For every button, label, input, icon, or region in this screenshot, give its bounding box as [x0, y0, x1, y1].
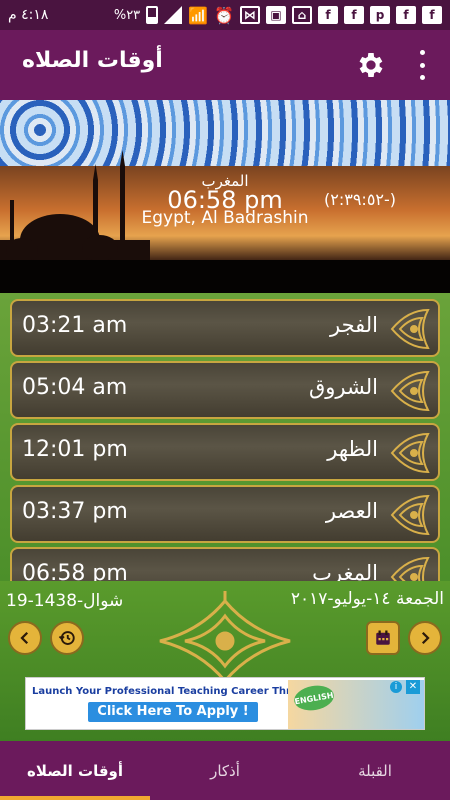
calendar-icon[interactable]: [366, 621, 400, 655]
prayer-time: 03:37 pm: [22, 499, 128, 524]
p-app-icon: p: [370, 6, 390, 24]
status-time: ٤:١٨ م: [8, 7, 49, 23]
facebook-icon-2: f: [344, 6, 364, 24]
previous-day-button[interactable]: [8, 621, 42, 655]
ad-close-icon[interactable]: ✕: [406, 680, 420, 694]
prayer-time: 03:21 am: [22, 313, 128, 338]
current-prayer-banner[interactable]: المغرب 06:58 pm Egypt, Al Badrashin (-٢:…: [0, 100, 450, 293]
prayer-row[interactable]: 03:37 pm العصر: [10, 485, 440, 543]
history-icon[interactable]: [50, 621, 84, 655]
location-label: Egypt, Al Badrashin: [141, 208, 309, 228]
hijri-date: 19-شوال-1438: [6, 591, 124, 611]
prayer-times-list[interactable]: 03:21 am الفجر 05:04 am الشروق 12:01 pm الظهر…: [0, 293, 450, 581]
ornament-icon: [390, 556, 430, 581]
prayer-name: الفجر: [330, 313, 378, 337]
ornament-icon: [390, 432, 430, 474]
bottom-navigation: أوقات الصلاه أذكار القبلة: [0, 741, 450, 800]
ad-cta-button[interactable]: Click Here To Apply !: [88, 702, 258, 722]
prayer-name: المغرب: [312, 561, 378, 581]
status-icons: %٢٣ 📶 ⏰ ⋈ ▣ ⌂ f f p f f: [114, 6, 442, 25]
tab-0[interactable]: أوقات الصلاه: [0, 741, 150, 800]
mosque-notif-icon: ⌂: [292, 6, 312, 24]
status-time-group: ٤:١٨ م: [8, 7, 48, 23]
gear-icon[interactable]: [355, 49, 387, 81]
gregorian-date: الجمعة ١٤-يوليو-٢٠١٧: [290, 589, 444, 609]
countdown-timer: (-٢:٣٩:٥٢): [324, 190, 397, 209]
ornament-icon: [390, 308, 430, 350]
prayer-name: الشروق: [309, 375, 378, 399]
tab-1[interactable]: أذكار: [150, 741, 300, 800]
next-day-button[interactable]: [408, 621, 442, 655]
ad-banner[interactable]: Launch Your Professional Teaching Career…: [25, 677, 425, 730]
prayer-row[interactable]: 06:58 pm المغرب: [10, 547, 440, 581]
gallery-icon: ▣: [266, 6, 286, 24]
prayer-row[interactable]: 03:21 am الفجر: [10, 299, 440, 357]
prayer-time: 06:58 pm: [22, 561, 128, 581]
signal-icon: [164, 6, 183, 24]
prayer-row[interactable]: 05:04 am الشروق: [10, 361, 440, 419]
prayer-name: الظهر: [327, 437, 378, 461]
prayer-time: 05:04 am: [22, 375, 128, 400]
facebook-icon: f: [318, 6, 338, 24]
wifi-icon: 📶: [188, 5, 209, 25]
alarm-icon: ⏰: [214, 5, 234, 25]
prayer-time: 12:01 pm: [22, 437, 128, 462]
battery-icon: [146, 6, 159, 24]
app-bar: أوقات الصلاه: [0, 30, 450, 100]
ad-info-icon[interactable]: i: [390, 681, 402, 693]
facebook-icon-3: f: [396, 6, 416, 24]
tab-2[interactable]: القبلة: [300, 741, 450, 800]
ornament-icon: [390, 370, 430, 412]
battery-percent: %٢٣: [113, 7, 141, 23]
status-bar: ٤:١٨ م %٢٣ 📶 ⏰ ⋈ ▣ ⌂ f f p f f: [0, 0, 450, 30]
ornament-icon: [390, 494, 430, 536]
gold-ornament-icon: [159, 591, 291, 684]
page-title: أوقات الصلاه: [22, 48, 163, 73]
facebook-icon-4: f: [422, 6, 442, 24]
overflow-menu-icon[interactable]: [414, 50, 430, 80]
prayer-name: العصر: [325, 499, 378, 523]
share-icon: ⋈: [240, 6, 260, 24]
prayer-row[interactable]: 12:01 pm الظهر: [10, 423, 440, 481]
